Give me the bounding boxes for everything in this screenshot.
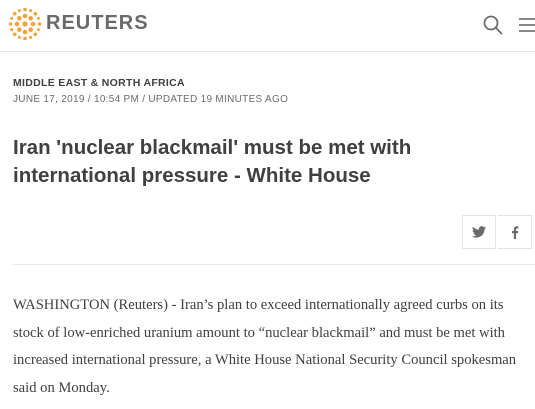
- share-facebook-button[interactable]: [498, 215, 532, 249]
- site-header: REUTERS: [0, 0, 535, 52]
- brand-wordmark[interactable]: REUTERS: [46, 12, 149, 35]
- share-twitter-button[interactable]: [462, 215, 496, 249]
- article-dateline: JUNE 17, 2019 / 10:54 PM / UPDATED 19 MI…: [13, 94, 289, 105]
- section-label[interactable]: MIDDLE EAST & NORTH AFRICA: [13, 77, 185, 89]
- article-body-paragraph: WASHINGTON (Reuters) - Iran’s plan to ex…: [13, 297, 517, 396]
- article-headline: Iran 'nuclear blackmail' must be met wit…: [13, 136, 412, 187]
- facebook-icon: [511, 225, 518, 239]
- content-divider: [13, 264, 535, 265]
- hamburger-menu-icon[interactable]: [518, 16, 535, 34]
- reuters-logo-icon[interactable]: [8, 7, 42, 41]
- search-icon[interactable]: [482, 14, 504, 36]
- twitter-icon: [472, 226, 486, 238]
